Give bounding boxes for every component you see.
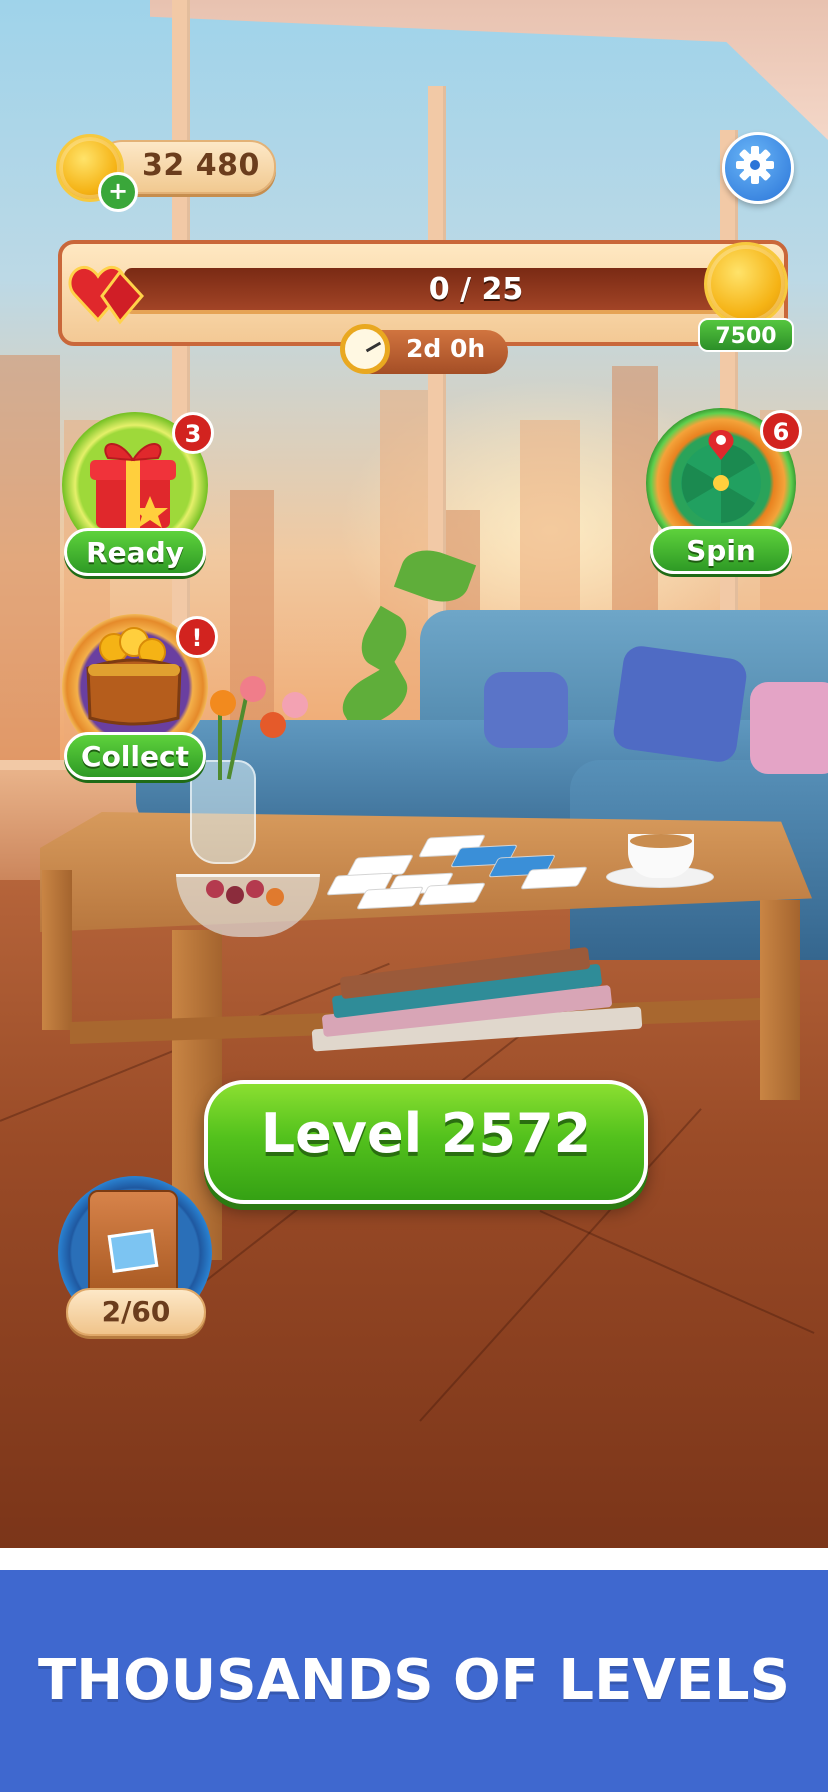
album-progress: 2/60 (66, 1288, 206, 1336)
gift-badge: 3 (172, 412, 214, 454)
event-timer: 2d 0h (406, 334, 486, 363)
flower (260, 712, 286, 738)
progress-count: 0 / 25 (428, 272, 524, 307)
wheel-icon (681, 430, 761, 523)
play-level-button[interactable]: Level 2572 (204, 1080, 648, 1204)
coin-count: 32 480 (142, 148, 260, 183)
sofa-cushion (484, 672, 568, 748)
settings-button[interactable] (722, 132, 794, 204)
photo-album-button[interactable]: 2/60 (58, 1176, 212, 1340)
spin-button[interactable]: Spin 6 (646, 408, 806, 578)
reward-amount: 7500 (698, 318, 794, 352)
photo-icon (107, 1228, 159, 1274)
gift-icon (90, 443, 176, 528)
collect-label: Collect (64, 732, 206, 780)
hearts-icon (68, 265, 144, 325)
sofa-cushion (750, 682, 828, 774)
berry (266, 888, 284, 906)
promo-banner: THOUSANDS OF LEVELS (0, 1570, 828, 1792)
stopwatch-icon (340, 324, 390, 374)
spin-label: Spin (650, 526, 792, 574)
ceiling (150, 0, 828, 140)
collect-badge: ! (176, 616, 218, 658)
reward-coin-icon (704, 242, 788, 326)
flower (240, 676, 266, 702)
plus-icon[interactable]: + (98, 172, 138, 212)
gift-label: Ready (64, 528, 206, 576)
gear-icon (736, 146, 774, 184)
gift-button[interactable]: Ready 3 (58, 412, 214, 582)
collect-button[interactable]: Collect ! (58, 614, 218, 784)
table-leg (760, 900, 800, 1100)
berry (246, 880, 264, 898)
spin-badge: 6 (760, 410, 802, 452)
banner-text: THOUSANDS OF LEVELS (38, 1648, 790, 1713)
level-label: Level 2572 (260, 1102, 592, 1165)
coffee (630, 834, 692, 848)
table-leg (42, 870, 72, 1030)
sofa-cushion (611, 643, 749, 765)
berry (206, 880, 224, 898)
flower (282, 692, 308, 718)
coin-balance[interactable]: + 32 480 (56, 134, 276, 212)
berry (226, 886, 244, 904)
skyline-building (0, 355, 60, 775)
